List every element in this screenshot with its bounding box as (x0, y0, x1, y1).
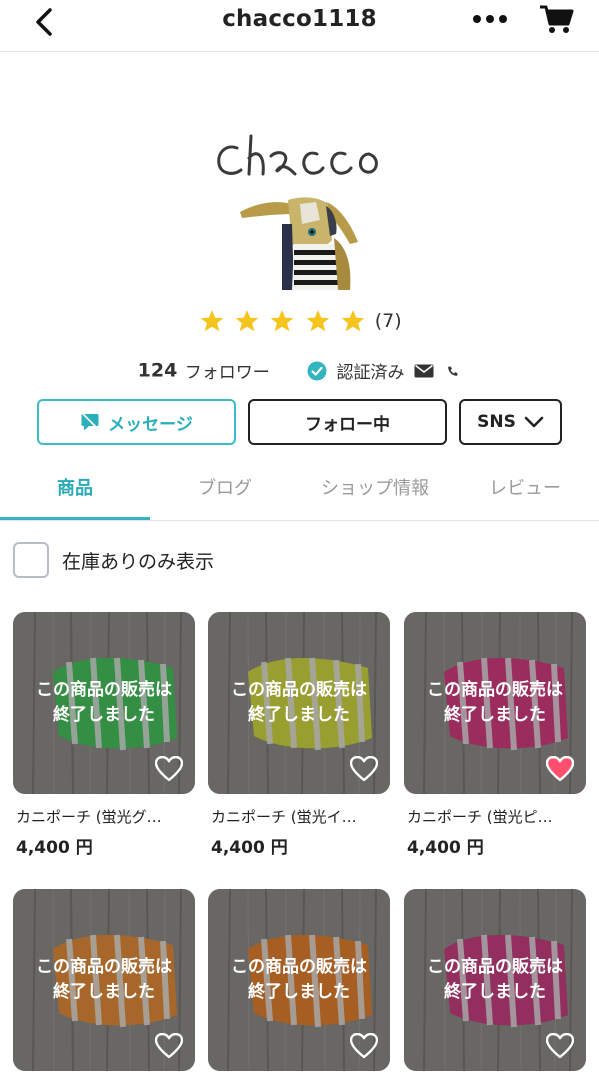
active-tab-indicator (0, 517, 150, 520)
star-icon (236, 310, 259, 332)
stock-filter: 在庫ありのみ表示 (13, 541, 214, 579)
sold-out-text: この商品の販売は 終了しました (231, 680, 367, 725)
product-price: 4,400 円 (16, 838, 93, 858)
more-dots-icon (473, 15, 507, 23)
sold-out-text: この商品の販売は 終了しました (427, 680, 563, 725)
cart-icon (540, 5, 574, 33)
follow-button-label: フォロー中 (305, 414, 390, 435)
sold-out-text: この商品の販売は 終了しました (36, 680, 172, 725)
shop-stats: 124 フォロワー 認証済み (0, 358, 599, 386)
shop-tabs: 商品 ブログ ショップ情報 レビュー (0, 467, 599, 521)
product-name[interactable]: カニポーチ (蛍光イ… (208, 806, 380, 827)
verified-label: 認証済み (336, 363, 405, 383)
heart-outline-icon[interactable] (155, 756, 183, 782)
message-button[interactable]: メッセージ (37, 399, 236, 445)
follower-label[interactable]: フォロワー (185, 363, 270, 383)
product-name[interactable]: カニポーチ (蛍光ピ… (404, 806, 576, 827)
rating-count[interactable]: (7) (375, 310, 402, 332)
product-image[interactable]: この商品の販売は 終了しました (208, 612, 390, 794)
follower-count[interactable]: 124 (138, 360, 178, 382)
stock-only-label[interactable]: 在庫ありのみ表示 (62, 547, 214, 574)
product-image[interactable]: この商品の販売は 終了しました (404, 612, 586, 794)
sold-out-text: この商品の販売は 終了しました (231, 957, 367, 1002)
product-card[interactable]: この商品の販売は 終了しました (208, 889, 390, 1080)
heart-outline-icon[interactable] (546, 1033, 574, 1059)
follow-button[interactable]: フォロー中 (248, 399, 447, 445)
tab-products[interactable]: 商品 (0, 467, 150, 519)
mail-icon (414, 364, 434, 377)
heart-filled-icon[interactable] (546, 756, 574, 782)
page-title: chacco1118 (222, 6, 377, 32)
star-icon (271, 310, 294, 332)
more-button[interactable] (472, 12, 508, 26)
product-image[interactable]: この商品の販売は 終了しました (13, 889, 195, 1071)
tab-shop-info[interactable]: ショップ情報 (300, 467, 450, 519)
star-icon (306, 310, 329, 332)
heart-outline-icon[interactable] (155, 1033, 183, 1059)
message-bubble-icon (81, 413, 99, 431)
product-card[interactable]: この商品の販売は 終了しました カニポーチ (蛍光イ… 4,400 円 (208, 612, 390, 858)
product-image[interactable]: この商品の販売は 終了しました (208, 889, 390, 1071)
sns-button-label: SNS (477, 412, 516, 432)
product-price: 4,400 円 (407, 838, 484, 858)
product-card[interactable]: この商品の販売は 終了しました カニポーチ (蛍光ピ… 4,400 円 (404, 612, 586, 858)
sns-dropdown-button[interactable]: SNS (459, 399, 562, 445)
heart-outline-icon[interactable] (350, 756, 378, 782)
product-image[interactable]: この商品の販売は 終了しました (13, 612, 195, 794)
app-header: chacco1118 (0, 0, 599, 52)
product-name[interactable]: カニポーチ (蛍光グ… (13, 806, 185, 827)
sold-out-text: この商品の販売は 終了しました (36, 957, 172, 1002)
chevron-down-icon (524, 416, 544, 428)
product-price: 4,400 円 (211, 838, 288, 858)
product-image[interactable]: この商品の販売は 終了しました (404, 889, 586, 1071)
star-icon (341, 310, 365, 332)
cart-button[interactable] (538, 2, 574, 36)
product-card[interactable]: この商品の販売は 終了しました (13, 889, 195, 1080)
sold-out-text: この商品の販売は 終了しました (427, 957, 563, 1002)
stock-only-checkbox[interactable] (13, 542, 49, 578)
shop-logo (199, 130, 399, 190)
product-card[interactable]: この商品の販売は 終了しました (404, 889, 586, 1080)
phone-icon (448, 366, 458, 376)
star-icon (200, 310, 224, 332)
message-button-label: メッセージ (108, 414, 193, 435)
tab-blog[interactable]: ブログ (150, 467, 300, 519)
product-card[interactable]: この商品の販売は 終了しました カニポーチ (蛍光グ… 4,400 円 (13, 612, 195, 858)
verified-check-icon (307, 361, 327, 380)
tab-reviews[interactable]: レビュー (450, 467, 599, 519)
shop-avatar (238, 194, 362, 294)
shop-page: chacco1118 (7) 124 フォロワー 認証済み メッセージ フォロー… (0, 0, 599, 1080)
rating-row: (7) (0, 308, 599, 340)
heart-outline-icon[interactable] (350, 1033, 378, 1059)
